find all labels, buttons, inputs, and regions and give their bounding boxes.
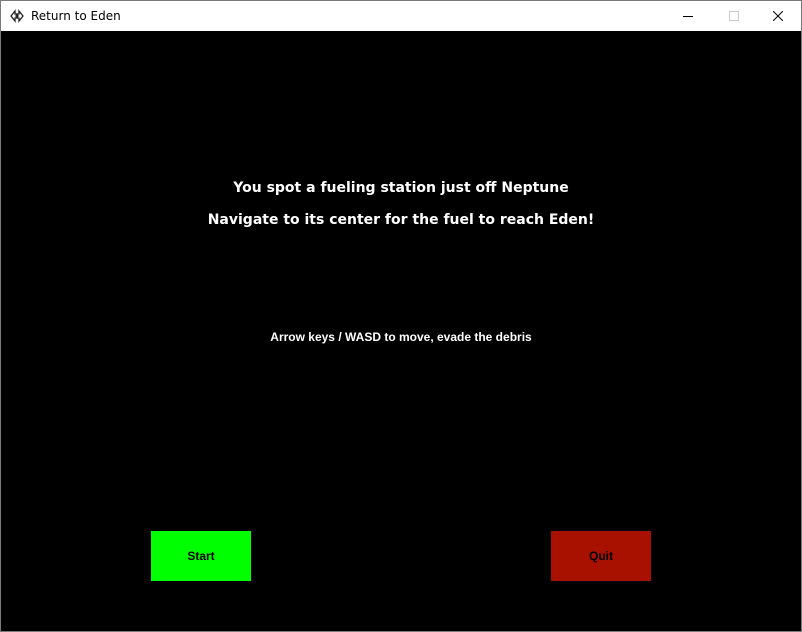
start-button[interactable]: Start: [151, 531, 251, 581]
game-canvas[interactable]: You spot a fueling station just off Nept…: [1, 31, 801, 631]
game-window: Return to Eden You spot a fueling statio…: [0, 0, 802, 632]
title-bar[interactable]: Return to Eden: [1, 1, 801, 31]
start-button-label: Start: [187, 549, 215, 563]
close-icon: [773, 11, 783, 21]
quit-button-label: Quit: [589, 549, 613, 563]
window-title: Return to Eden: [31, 9, 121, 23]
close-button[interactable]: [755, 1, 801, 31]
quit-button[interactable]: Quit: [551, 531, 651, 581]
minimize-button[interactable]: [665, 1, 711, 31]
minimize-icon: [683, 16, 693, 17]
intro-line-1: You spot a fueling station just off Nept…: [233, 180, 569, 196]
controls-hint: Arrow keys / WASD to move, evade the deb…: [270, 330, 532, 344]
app-icon: [9, 8, 25, 24]
intro-line-2: Navigate to its center for the fuel to r…: [207, 212, 595, 228]
maximize-icon: [729, 11, 739, 21]
maximize-button[interactable]: [711, 1, 757, 31]
